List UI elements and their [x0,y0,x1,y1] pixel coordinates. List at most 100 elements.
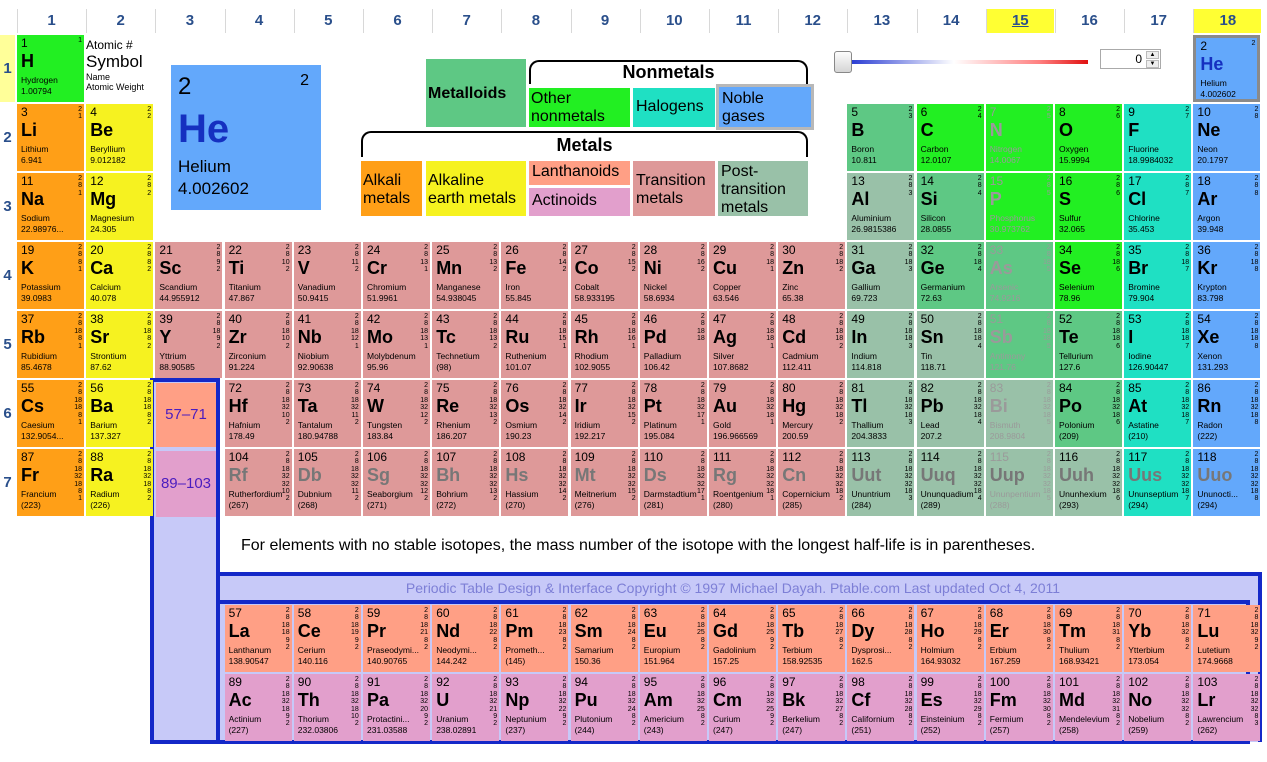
element-pa[interactable]: 91 Pa Protactini... 231.03588 2 8 18 32 20 9… [363,674,430,741]
element-he[interactable]: 2 He Helium 4.002602 2 [1193,35,1261,102]
element-ne[interactable]: 10 Ne Neon 20.1797 2 8 [1193,104,1261,171]
legend-noble-gases[interactable]: Noble gases [716,84,814,130]
element-uup[interactable]: 115 Uup Ununpentium (288) 2 8 18 32 32 18 5 [985,449,1053,516]
group-header-8[interactable]: 8 [501,9,569,33]
element-at[interactable]: 85 At Astatine (210) 2 8 18 32 18 7 [1124,380,1192,447]
element-cr[interactable]: 24 Cr Chromium 51.9961 2 8 13 1 [363,242,430,309]
element-ta[interactable]: 73 Ta Tantalum 180.94788 2 8 18 32 11 2 [293,380,361,447]
group-header-6[interactable]: 6 [363,9,431,33]
element-re[interactable]: 75 Re Rhenium 186.207 2 8 18 32 13 2 [432,380,500,447]
element-sc[interactable]: 21 Sc Scandium 44.955912 2 8 9 2 [155,242,223,309]
element-eu[interactable]: 63 Eu Europium 151.964 2 8 18 25 8 2 [639,605,707,672]
element-hg[interactable]: 80 Hg Mercury 200.59 2 8 18 32 18 2 [778,380,846,447]
element-po[interactable]: 84 Po Polonium (209) 2 8 18 32 18 6 [1055,380,1122,447]
element-lu[interactable]: 71 Lu Lutetium 174.9668 2 8 18 32 9 2 [1193,605,1261,672]
element-gd[interactable]: 64 Gd Gadolinium 157.25 2 8 18 25 9 2 [709,605,776,672]
element-co[interactable]: 27 Co Cobalt 58.933195 2 8 15 2 [570,242,638,309]
element-ho[interactable]: 67 Ho Holmium 164.93032 2 8 18 29 8 2 [916,605,984,672]
actinoid-placeholder[interactable]: 89–103 [156,451,216,517]
element-lr[interactable]: 103 Lr Lawrencium (262) 2 8 18 32 32 8 3 [1193,674,1261,741]
group-header-18[interactable]: 18 [1193,9,1262,33]
element-mg[interactable]: 12 Mg Magnesium 24.305 2 8 2 [86,173,154,240]
element-cd[interactable]: 48 Cd Cadmium 112.411 2 8 18 18 2 [778,311,846,378]
element-sm[interactable]: 62 Sm Samarium 150.36 2 8 18 24 8 2 [570,605,638,672]
element-mn[interactable]: 25 Mn Manganese 54.938045 2 8 13 2 [432,242,500,309]
group-header-12[interactable]: 12 [778,9,846,33]
group-header-10[interactable]: 10 [639,9,708,33]
element-ds[interactable]: 110 Ds Darmstadtium (281) 2 8 18 32 32 17 1 [639,449,707,516]
element-y[interactable]: 39 Y Yttrium 88.90585 2 8 18 9 2 [155,311,223,378]
element-pr[interactable]: 59 Pr Praseodymi... 140.90765 2 8 18 21 8 2 [363,605,430,672]
element-li[interactable]: 3 Li Lithium 6.941 2 1 [17,104,84,171]
period-header-7[interactable]: 7 [0,449,15,516]
period-header-4[interactable]: 4 [0,242,15,309]
element-es[interactable]: 99 Es Einsteinium (252) 2 8 18 32 29 8 2 [916,674,984,741]
element-rh[interactable]: 45 Rh Rhodium 102.9055 2 8 18 16 1 [570,311,638,378]
element-sb[interactable]: 51 Sb Antimony 121.76 2 8 18 18 5 [985,311,1053,378]
element-bk[interactable]: 97 Bk Berkelium (247) 2 8 18 32 27 8 2 [778,674,846,741]
element-rb[interactable]: 37 Rb Rubidium 85.4678 2 8 18 8 1 [17,311,84,378]
group-header-14[interactable]: 14 [916,9,985,33]
element-i[interactable]: 53 I Iodine 126.90447 2 8 18 18 7 [1124,311,1192,378]
legend-lanthanoids[interactable]: Lanthanoids [529,161,630,185]
element-c[interactable]: 6 C Carbon 12.0107 2 4 [916,104,984,171]
element-ar[interactable]: 18 Ar Argon 39.948 2 8 8 [1193,173,1261,240]
element-uut[interactable]: 113 Uut Ununtrium (284) 2 8 18 32 32 18 3 [847,449,915,516]
element-ru[interactable]: 44 Ru Ruthenium 101.07 2 8 18 15 1 [501,311,569,378]
element-na[interactable]: 11 Na Sodium 22.98976... 2 8 1 [17,173,84,240]
period-header-3[interactable]: 3 [0,173,15,240]
group-header-5[interactable]: 5 [293,9,362,33]
element-rf[interactable]: 104 Rf Rutherfordium (267) 2 8 18 32 32 10 2 [224,449,292,516]
legend-other-nonmetals[interactable]: Other nonmetals [529,88,630,127]
group-header-4[interactable]: 4 [224,9,293,33]
element-os[interactable]: 76 Os Osmium 190.23 2 8 18 32 14 2 [501,380,569,447]
element-mt[interactable]: 109 Mt Meitnerium (276) 2 8 18 32 32 15 2 [570,449,638,516]
group-header-7[interactable]: 7 [432,9,500,33]
element-ge[interactable]: 32 Ge Germanium 72.63 2 8 18 4 [916,242,984,309]
element-la[interactable]: 57 La Lanthanum 138.90547 2 8 18 18 9 2 [224,605,292,672]
group-header-17[interactable]: 17 [1124,9,1192,33]
legend-post-transition[interactable]: Post-transition metals [718,161,808,216]
element-ti[interactable]: 22 Ti Titanium 47.867 2 8 10 2 [224,242,292,309]
element-ra[interactable]: 88 Ra Radium (226) 2 8 18 32 18 8 2 [86,449,154,516]
element-br[interactable]: 35 Br Bromine 79.904 2 8 18 7 [1124,242,1192,309]
element-ir[interactable]: 77 Ir Iridium 192.217 2 8 18 32 15 2 [570,380,638,447]
temperature-input[interactable]: 0 ▲ ▼ [1100,49,1161,69]
period-header-2[interactable]: 2 [0,104,15,171]
element-tm[interactable]: 69 Tm Thulium 168.93421 2 8 18 31 8 2 [1055,605,1122,672]
element-kr[interactable]: 36 Kr Krypton 83.798 2 8 18 8 [1193,242,1261,309]
element-pb[interactable]: 82 Pb Lead 207.2 2 8 18 32 18 4 [916,380,984,447]
legend-transition-metals[interactable]: Transition metals [633,161,715,216]
legend-alkaline-earth[interactable]: Alkaline earth metals [426,161,526,216]
element-er[interactable]: 68 Er Erbium 167.259 2 8 18 30 8 2 [985,605,1053,672]
period-header-6[interactable]: 6 [0,380,15,447]
element-ga[interactable]: 31 Ga Gallium 69.723 2 8 18 3 [847,242,915,309]
element-in[interactable]: 49 In Indium 114.818 2 8 18 18 3 [847,311,915,378]
element-w[interactable]: 74 W Tungsten 183.84 2 8 18 32 12 2 [363,380,430,447]
element-am[interactable]: 95 Am Americium (243) 2 8 18 32 25 8 2 [639,674,707,741]
element-au[interactable]: 79 Au Gold 196.966569 2 8 18 32 18 1 [709,380,776,447]
element-fe[interactable]: 26 Fe Iron 55.845 2 8 14 2 [501,242,569,309]
element-p[interactable]: 15 P Phosphorus 30.973762 2 8 5 [985,173,1053,240]
element-tb[interactable]: 65 Tb Terbium 158.92535 2 8 18 27 8 2 [778,605,846,672]
element-th[interactable]: 90 Th Thorium 232.03806 2 8 18 32 18 10 2 [293,674,361,741]
element-uuh[interactable]: 116 Uuh Ununhexium (293) 2 8 18 32 32 18 6 [1055,449,1122,516]
lanthanoid-placeholder[interactable]: 57–71 [156,383,216,447]
element-ac[interactable]: 89 Ac Actinium (227) 2 8 18 32 18 9 2 [224,674,292,741]
element-s[interactable]: 16 S Sulfur 32.065 2 8 6 [1055,173,1122,240]
group-header-13[interactable]: 13 [847,9,915,33]
element-hs[interactable]: 108 Hs Hassium (270) 2 8 18 32 32 14 2 [501,449,569,516]
element-uus[interactable]: 117 Uus Ununseptium (294) 2 8 18 32 32 18 7 [1124,449,1192,516]
group-header-1[interactable]: 1 [17,9,85,33]
element-tc[interactable]: 43 Tc Technetium (98) 2 8 18 13 2 [432,311,500,378]
spin-down-button[interactable]: ▼ [1146,60,1159,68]
element-uuq[interactable]: 114 Uuq Ununquadium (289) 2 8 18 32 32 18 4 [916,449,984,516]
element-k[interactable]: 19 K Potassium 39.0983 2 8 8 1 [17,242,84,309]
element-rg[interactable]: 111 Rg Roentgenium (280) 2 8 18 32 32 18 1 [709,449,776,516]
element-sr[interactable]: 38 Sr Strontium 87.62 2 8 18 8 2 [86,311,154,378]
element-rn[interactable]: 86 Rn Radon (222) 2 8 18 32 18 8 [1193,380,1261,447]
element-cu[interactable]: 29 Cu Copper 63.546 2 8 18 1 [709,242,776,309]
group-header-3[interactable]: 3 [155,9,223,33]
copyright-text[interactable]: Periodic Table Design & Interface Copyri… [218,580,1248,596]
element-ba[interactable]: 56 Ba Barium 137.327 2 8 18 18 8 2 [86,380,154,447]
